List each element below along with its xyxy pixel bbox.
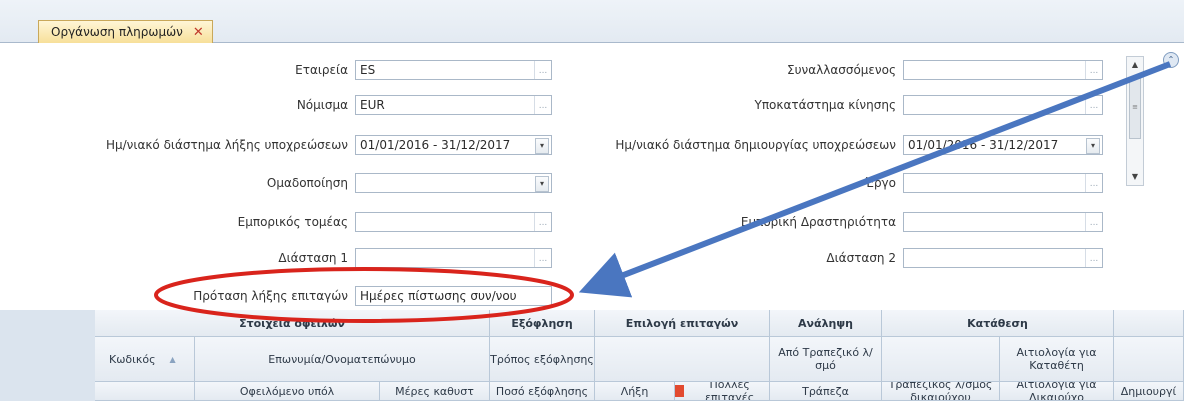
- scroll-down-icon[interactable]: ▼: [1127, 169, 1143, 185]
- cheque-proposal-value: Ημέρες πίστωσης συν/νου: [360, 289, 517, 303]
- column-header-blank-2: [882, 337, 1000, 382]
- sort-up-icon[interactable]: ▲: [170, 353, 176, 366]
- company-field[interactable]: ES ...: [355, 60, 552, 80]
- chevron-down-icon[interactable]: ▾: [535, 138, 549, 154]
- column-header-depositor-reason[interactable]: Αιτιολογία για Καταθέτη: [1000, 337, 1114, 382]
- project-label: Έργο: [864, 176, 896, 190]
- column-header-bank-account[interactable]: Τραπεζικός λ/σμός δικαιούχου: [882, 382, 1000, 401]
- grouping-label: Ομαδοποίηση: [266, 176, 348, 190]
- lookup-button[interactable]: ...: [1085, 96, 1102, 114]
- close-icon[interactable]: ✕: [193, 25, 204, 40]
- band-debt-details[interactable]: Στοιχεία οφειλών: [95, 310, 490, 337]
- column-header-name[interactable]: Επωνυμία/Ονοματεπώνυμο: [195, 337, 490, 382]
- created-range-field[interactable]: 01/01/2016 - 31/12/2017 ▾: [903, 135, 1103, 155]
- tab-payment-organization[interactable]: Οργάνωση πληρωμών ✕: [38, 20, 213, 43]
- scroll-up-icon[interactable]: ▲: [1127, 57, 1143, 73]
- dimension2-label: Διάσταση 2: [826, 251, 896, 265]
- created-range-label: Ημ/νιακό διάστημα δημιουργίας υποχρεώσεω…: [615, 138, 896, 152]
- company-label: Εταιρεία: [295, 63, 348, 77]
- project-field[interactable]: ...: [903, 173, 1103, 193]
- column-header-amount[interactable]: Ποσό εξόφλησης: [490, 382, 595, 401]
- currency-label: Νόμισμα: [296, 98, 348, 112]
- band-extra: [1114, 310, 1184, 337]
- lookup-button[interactable]: ...: [534, 96, 551, 114]
- lookup-button[interactable]: ...: [1085, 249, 1102, 267]
- due-range-label: Ημ/νιακό διάστημα λήξης υποχρεώσεων: [105, 138, 348, 152]
- column-header-none[interactable]: Λήξη: [595, 382, 675, 401]
- column-header-from-bank[interactable]: Από Τραπεζικό λ/σμό: [770, 337, 882, 382]
- due-range-field[interactable]: 01/01/2016 - 31/12/2017 ▾: [355, 135, 552, 155]
- scroll-thumb[interactable]: ≡: [1129, 77, 1141, 139]
- lookup-button[interactable]: ...: [534, 61, 551, 79]
- column-header-reason[interactable]: Αιτιολογία για Δικαιούχο: [1000, 382, 1114, 401]
- dimension1-field[interactable]: ...: [355, 248, 552, 268]
- lookup-button[interactable]: ...: [534, 213, 551, 231]
- counterparty-label: Συναλλασσόμενος: [786, 63, 896, 77]
- counterparty-field[interactable]: ...: [903, 60, 1103, 80]
- company-value: ES: [360, 63, 376, 77]
- band-deposit[interactable]: Κατάθεση: [882, 310, 1114, 337]
- due-range-value: 01/01/2016 - 31/12/2017: [360, 138, 511, 152]
- lookup-button[interactable]: ...: [1085, 213, 1102, 231]
- grouping-select[interactable]: ▾: [355, 173, 552, 193]
- column-header-blank-4: [95, 382, 195, 401]
- band-cheque-selection[interactable]: Επιλογή επιταγών: [595, 310, 770, 337]
- column-header-pay-method[interactable]: Τρόπος εξόφλησης: [490, 337, 595, 382]
- column-header-blank: [595, 337, 770, 382]
- column-header-bank[interactable]: Τράπεζα: [770, 382, 882, 401]
- sector-label: Εμπορικός τομέας: [237, 215, 348, 229]
- column-header-multiple[interactable]: Πολλές επιταγές: [675, 382, 770, 401]
- activity-field[interactable]: ...: [903, 212, 1103, 232]
- column-header-days[interactable]: Μέρες καθυστ: [380, 382, 490, 401]
- currency-field[interactable]: EUR ...: [355, 95, 552, 115]
- chevron-down-icon[interactable]: ▾: [535, 176, 549, 192]
- collapse-icon[interactable]: ⌃: [1163, 52, 1179, 68]
- lookup-button[interactable]: ...: [534, 249, 551, 267]
- column-header-code[interactable]: Κωδικός ▲: [95, 337, 195, 382]
- column-header-create[interactable]: Δημιουργί: [1114, 382, 1184, 401]
- created-range-value: 01/01/2016 - 31/12/2017: [908, 138, 1059, 152]
- branch-label: Υποκατάστημα κίνησης: [754, 98, 896, 112]
- activity-label: Εμπορική Δραστηριότητα: [740, 215, 896, 229]
- tab-bar: Οργάνωση πληρωμών ✕: [0, 0, 1184, 43]
- payments-grid: Στοιχεία οφειλών Εξόφληση Επιλογή επιταγ…: [0, 310, 1184, 401]
- lookup-button[interactable]: ...: [1085, 61, 1102, 79]
- column-header-balance[interactable]: Οφειλόμενο υπόλ: [195, 382, 380, 401]
- chevron-down-icon[interactable]: ▾: [1086, 138, 1100, 154]
- currency-value: EUR: [360, 98, 385, 112]
- band-withdrawal[interactable]: Ανάληψη: [770, 310, 882, 337]
- lookup-button[interactable]: ...: [1085, 174, 1102, 192]
- sector-field[interactable]: ...: [355, 212, 552, 232]
- tab-title: Οργάνωση πληρωμών: [51, 25, 183, 39]
- grid-row-selector: [0, 310, 96, 401]
- branch-field[interactable]: ...: [903, 95, 1103, 115]
- pdf-icon: [675, 385, 685, 397]
- dimension2-field[interactable]: ...: [903, 248, 1103, 268]
- cheque-proposal-field[interactable]: Ημέρες πίστωσης συν/νου: [355, 286, 552, 306]
- cheque-proposal-label: Πρόταση λήξης επιταγών: [193, 289, 348, 303]
- column-code-label: Κωδικός: [109, 352, 156, 366]
- multiple-cheques-label: Πολλές επιταγές: [705, 382, 755, 401]
- band-settlement[interactable]: Εξόφληση: [490, 310, 595, 337]
- column-header-blank-3: [1114, 337, 1184, 382]
- form-scrollbar[interactable]: ▲ ≡ ▼: [1126, 56, 1144, 186]
- dimension1-label: Διάσταση 1: [278, 251, 348, 265]
